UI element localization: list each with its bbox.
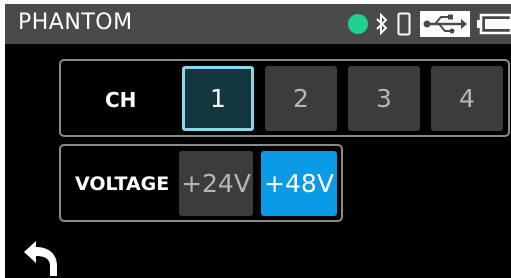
channel-2-button[interactable]: 2 <box>265 66 337 131</box>
battery-icon <box>477 13 511 35</box>
status-bar <box>347 4 511 44</box>
voltage-row: VOLTAGE +24V +48V <box>59 144 343 222</box>
connection-status-dot-icon <box>347 13 369 35</box>
channel-label: CH <box>105 88 137 112</box>
back-arrow-icon[interactable] <box>21 238 61 278</box>
channel-4-button[interactable]: 4 <box>431 66 503 131</box>
channel-row: CH 1 2 3 4 <box>59 59 510 137</box>
bluetooth-icon <box>375 13 389 35</box>
usb-icon <box>419 10 471 38</box>
phone-icon <box>397 12 411 36</box>
channel-1-button[interactable]: 1 <box>182 66 254 131</box>
channel-3-button[interactable]: 3 <box>348 66 420 131</box>
voltage-label: VOLTAGE <box>75 173 170 195</box>
voltage-24v-button[interactable]: +24V <box>179 151 253 216</box>
title-bar: PHANTOM <box>5 4 511 44</box>
voltage-48v-button[interactable]: +48V <box>261 151 337 216</box>
phantom-screen: PHANTOM CH 1 2 3 4 VOLTAGE +24V +48V <box>5 4 511 278</box>
page-title: PHANTOM <box>18 10 133 35</box>
